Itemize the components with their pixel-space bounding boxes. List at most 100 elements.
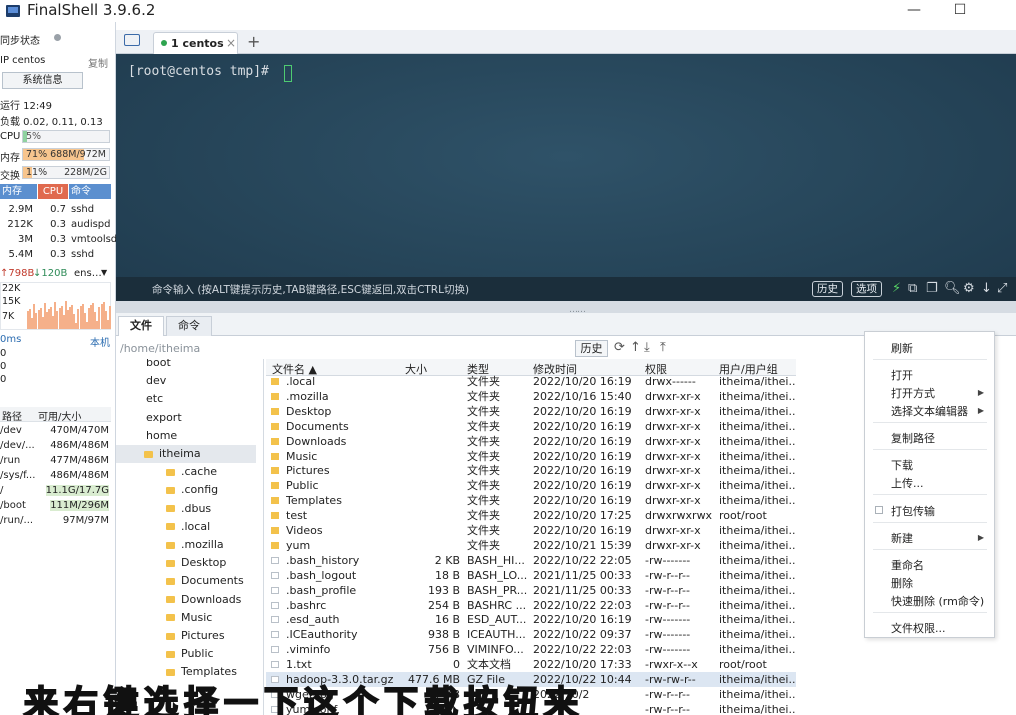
disk-row[interactable]: /boot 111M/296M — [0, 499, 111, 514]
menu-pack-transfer[interactable]: 打包传输 — [891, 503, 935, 519]
menu-choose-editor[interactable]: 选择文本编辑器 — [891, 403, 968, 419]
path-history-button[interactable]: 历史 — [575, 340, 608, 357]
file-row[interactable]: Desktop 文件夹 2022/10/20 16:19 drwxr-xr-x ithe… — [266, 404, 796, 419]
download-icon[interactable]: ↓ — [981, 281, 992, 296]
command-input-hint[interactable]: 命令输入 (按ALT键提示历史,TAB键路径,ESC键返回,双击CTRL切换) — [152, 282, 469, 297]
process-row[interactable]: 212K 0.3 audispd — [0, 218, 111, 233]
file-row[interactable]: .bash_profile 193 B BASH_PR... 2021/11/25 0… — [266, 583, 796, 598]
net-interface-select[interactable]: ens… — [74, 268, 102, 279]
disk-row[interactable]: /dev/... 486M/486M — [0, 439, 111, 454]
menu-upload[interactable]: 上传... — [891, 475, 924, 491]
file-row[interactable]: Templates 文件夹 2022/10/20 16:19 drwxr-xr-x it… — [266, 493, 796, 508]
tree-node[interactable]: boot — [128, 359, 171, 372]
maximize-button[interactable]: ☐ — [937, 0, 983, 22]
file-row[interactable]: Pictures 文件夹 2022/10/20 16:19 drwxr-xr-x ith… — [266, 463, 796, 478]
tree-node[interactable]: home — [128, 427, 177, 445]
path-input[interactable]: /home/itheima — [120, 342, 200, 355]
lightning-icon[interactable]: ⚡ — [892, 281, 901, 296]
folder-open-icon[interactable] — [124, 34, 140, 46]
fullscreen-icon[interactable]: ⤢ — [997, 281, 1007, 296]
menu-open[interactable]: 打开 — [891, 367, 913, 383]
file-row[interactable]: .ICEauthority 938 B ICEAUTH... 2022/10/22 0… — [266, 627, 796, 642]
minimize-button[interactable]: — — [891, 0, 937, 22]
menu-refresh[interactable]: 刷新 — [891, 340, 913, 356]
file-list[interactable]: 文件名 ▲ 大小 类型 修改时间 权限 用户/用户组 .local 文件夹 2022… — [266, 359, 796, 715]
menu-open-with[interactable]: 打开方式 — [891, 385, 935, 401]
tab-commands[interactable]: 命令 — [166, 316, 212, 336]
menu-download[interactable]: 下载 — [891, 457, 913, 473]
panel-splitter[interactable]: …… — [116, 301, 1016, 315]
terminal-prompt: [root@centos tmp]# — [128, 64, 269, 79]
proc-header-mem[interactable]: 内存 — [0, 184, 37, 199]
copy-ip-link[interactable]: 复制 — [88, 55, 108, 70]
disk-row[interactable]: /dev 470M/470M — [0, 424, 111, 439]
paste-icon[interactable]: ❐ — [926, 281, 938, 296]
file-row[interactable]: Videos 文件夹 2022/10/20 16:19 drwxr-xr-x ithei… — [266, 523, 796, 538]
tree-node[interactable]: .config — [166, 481, 218, 499]
tree-node[interactable]: Public — [166, 645, 214, 663]
ping-host[interactable]: 本机 — [90, 334, 110, 349]
tab-files[interactable]: 文件 — [118, 316, 164, 336]
file-row[interactable]: .local 文件夹 2022/10/20 16:19 drwx------ ithei… — [266, 374, 796, 389]
file-row[interactable]: 1.txt 0 文本文档 2022/10/20 17:33 -rwxr-x--x root… — [266, 657, 796, 672]
tree-node[interactable]: export — [128, 409, 182, 427]
tree-node[interactable]: Pictures — [166, 627, 225, 645]
disk-row[interactable]: /11.1G/17.7G — [0, 484, 111, 499]
add-tab-icon[interactable]: + — [247, 32, 260, 51]
upload-file-icon[interactable]: ⤒ — [660, 340, 666, 355]
file-row[interactable]: .bash_logout 18 B BASH_LO... 2021/11/25 00:… — [266, 568, 796, 583]
file-row[interactable]: Downloads 文件夹 2022/10/20 16:19 drwxr-xr-x it… — [266, 434, 796, 449]
proc-header-cpu[interactable]: CPU — [38, 184, 68, 199]
options-button[interactable]: 选项 — [851, 281, 882, 297]
gear-icon[interactable]: ⚙ — [963, 281, 975, 296]
close-icon[interactable]: × — [226, 36, 236, 50]
disk-row[interactable]: /sys/f... 486M/486M — [0, 469, 111, 484]
tree-node[interactable]: .dbus — [166, 500, 211, 518]
disk-row[interactable]: /run 477M/486M — [0, 454, 111, 469]
download-file-icon[interactable]: ⤓ — [644, 340, 650, 355]
menu-rename[interactable]: 重命名 — [891, 557, 924, 573]
file-row[interactable]: test 文件夹 2022/10/20 17:25 drwxrwxrwx root/ro… — [266, 508, 796, 523]
process-row[interactable]: 5.4M 0.3 sshd — [0, 248, 111, 263]
menu-permissions[interactable]: 文件权限... — [891, 620, 946, 636]
menu-delete[interactable]: 删除 — [891, 575, 913, 591]
tree-node[interactable]: dev — [128, 372, 166, 390]
file-row[interactable]: yum 文件夹 2022/10/21 15:39 drwxr-xr-x itheima/… — [266, 538, 796, 553]
menu-quick-delete[interactable]: 快速删除 (rm命令) — [891, 593, 984, 609]
chevron-down-icon[interactable]: ▼ — [101, 268, 107, 277]
tree-node[interactable]: .local — [166, 518, 210, 536]
menu-new[interactable]: 新建 — [891, 530, 913, 546]
up-directory-icon[interactable]: ↑ — [630, 340, 641, 355]
system-info-button[interactable]: 系统信息 — [2, 72, 83, 89]
tree-node[interactable]: Documents — [166, 572, 244, 590]
tree-node[interactable]: .cache — [166, 463, 217, 481]
tree-node[interactable]: Downloads — [166, 591, 241, 609]
file-row[interactable]: Music 文件夹 2022/10/20 16:19 drwxr-xr-x itheim… — [266, 449, 796, 464]
file-row[interactable]: .mozilla 文件夹 2022/10/16 15:40 drwxr-xr-x ith… — [266, 389, 796, 404]
proc-header-cmd[interactable]: 命令 — [69, 184, 111, 199]
file-row[interactable]: Public 文件夹 2022/10/20 16:19 drwxr-xr-x ithei… — [266, 478, 796, 493]
file-row[interactable]: .bashrc 254 B BASHRC ... 2022/10/22 22:03 -r… — [266, 598, 796, 613]
refresh-icon[interactable]: ⟳ — [614, 340, 625, 355]
file-row[interactable]: .viminfo 756 B VIMINFO... 2022/10/22 22:03-… — [266, 642, 796, 657]
pack-transfer-checkbox[interactable] — [875, 506, 883, 514]
terminal[interactable]: [root@centos tmp]# — [116, 54, 1016, 310]
tab-centos[interactable]: 1 centos × — [153, 32, 238, 54]
file-row[interactable]: .esd_auth 16 B ESD_AUT... 2022/10/20 16:19-… — [266, 612, 796, 627]
history-button[interactable]: 历史 — [812, 281, 843, 297]
file-row[interactable]: Documents 文件夹 2022/10/20 16:19 drwxr-xr-x it… — [266, 419, 796, 434]
directory-tree[interactable]: boot dev etc export home itheima .cache .config… — [116, 359, 264, 715]
process-row[interactable]: 2.9M 0.7 sshd — [0, 203, 111, 218]
process-row[interactable]: 3M 0.3 vmtoolsd — [0, 233, 117, 248]
search-icon[interactable]: 🔍︎ — [944, 281, 961, 296]
tree-node[interactable]: etc — [128, 390, 163, 408]
tree-node[interactable]: Music — [166, 609, 212, 627]
menu-copy-path[interactable]: 复制路径 — [891, 430, 935, 446]
command-input-bar[interactable]: 命令输入 (按ALT键提示历史,TAB键路径,ESC键返回,双击CTRL切换) … — [116, 277, 1016, 301]
tree-node[interactable]: Desktop — [166, 554, 226, 572]
tree-node[interactable]: .mozilla — [166, 536, 224, 554]
file-row[interactable]: .bash_history 2 KB BASH_HI... 2022/10/22 22… — [266, 553, 796, 568]
copy-icon[interactable]: ⧉ — [908, 281, 917, 296]
tree-node[interactable]: itheima — [116, 445, 256, 463]
disk-row[interactable]: /run/... 97M/97M — [0, 514, 111, 529]
